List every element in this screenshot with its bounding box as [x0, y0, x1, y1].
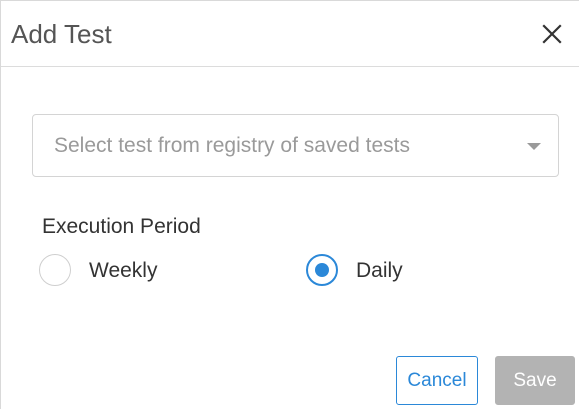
close-button[interactable]: [537, 19, 567, 49]
dialog-title: Add Test: [11, 19, 112, 49]
chevron-down-icon: [527, 143, 541, 150]
execution-period-label: Execution Period: [42, 215, 201, 238]
close-icon: [542, 24, 562, 44]
radio-option-daily[interactable]: Daily: [306, 253, 446, 289]
dialog-header: Add Test: [1, 1, 579, 67]
daily-radio-label: Daily: [356, 259, 403, 282]
cancel-button[interactable]: Cancel: [396, 356, 478, 405]
weekly-radio-label: Weekly: [89, 259, 158, 282]
save-button[interactable]: Save: [495, 356, 575, 405]
weekly-radio[interactable]: [39, 254, 71, 286]
add-test-dialog: Add Test Select test from registry of sa…: [0, 0, 579, 409]
radio-selected-dot: [315, 263, 329, 277]
test-registry-select-placeholder: Select test from registry of saved tests: [54, 134, 410, 157]
test-registry-select[interactable]: Select test from registry of saved tests: [32, 114, 559, 177]
daily-radio[interactable]: [306, 254, 338, 286]
radio-option-weekly[interactable]: Weekly: [39, 253, 199, 289]
